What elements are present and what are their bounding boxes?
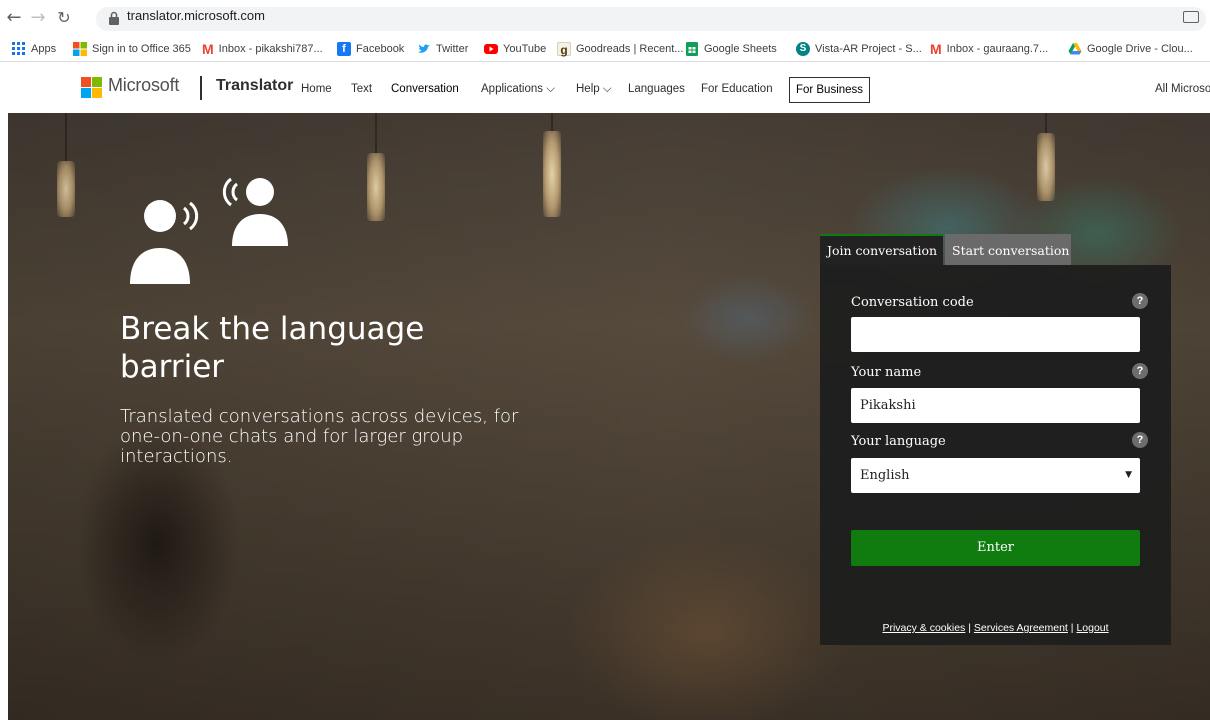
bookmark-label: Twitter [436,43,469,55]
bookmark-label: Apps [31,43,57,55]
gmail-icon: M [930,41,942,57]
bookmark-apps[interactable]: Apps [12,41,56,57]
your-name-input[interactable]: Pikakshi [851,388,1140,423]
bookmark-label: Facebook [356,43,405,55]
hero-title: Break the language barrier [120,311,425,385]
bookmark-label: Inbox - pikakshi787... [218,43,323,55]
footer-separator: | [1070,622,1074,634]
nav-text[interactable]: Text [351,83,372,95]
bookmark-label: YouTube [503,43,547,55]
forward-icon[interactable]: → [28,8,48,28]
microsoft-logo-icon[interactable] [81,77,102,98]
bookmark-twitter[interactable]: Twitter [417,41,468,57]
language-select[interactable]: English ▼ [851,458,1140,493]
product-name[interactable]: Translator [216,77,293,95]
browser-address-bar: ← → ↻ translator.microsoft.com [0,0,1210,36]
all-microsoft-menu[interactable]: All Microso [1155,83,1210,95]
bookmark-youtube[interactable]: YouTube [484,41,546,57]
bookmark-label: Goodreads | Recent... [576,43,684,55]
bookmark-facebook[interactable]: f Facebook [337,41,404,57]
bookmark-label: Google Sheets [704,43,777,55]
bookmark-office[interactable]: Sign in to Office 365 [73,41,191,57]
bookmark-label: Google Drive - Clou... [1087,43,1193,55]
cast-icon[interactable] [1183,11,1199,23]
apps-grid-icon [12,42,25,55]
language-select-value: English [860,468,910,483]
conversation-code-label: Conversation code [851,295,974,310]
nav-conversation[interactable]: Conversation [391,83,459,95]
bookmark-vista-ar[interactable]: S Vista-AR Project - S... [796,41,922,57]
site-header: Microsoft Translator Home Text Conversat… [0,63,1210,113]
help-icon[interactable]: ? [1132,293,1148,309]
panel-footer-links: Privacy & cookies | Services Agreement |… [820,622,1171,634]
drive-icon [1068,43,1082,55]
privacy-cookies-link[interactable]: Privacy & cookies [882,622,965,634]
bookmark-goodreads[interactable]: g Goodreads | Recent... [557,41,683,57]
lock-icon [109,11,119,25]
bookmark-label: Sign in to Office 365 [92,43,191,55]
bookmark-google-sheets[interactable]: Google Sheets [685,41,777,57]
nav-applications[interactable]: Applications ⌵ [481,83,555,96]
nav-languages[interactable]: Languages [628,83,685,95]
help-icon[interactable]: ? [1132,432,1148,448]
footer-separator: | [968,622,971,634]
bookmark-inbox-1[interactable]: M Inbox - pikakshi787... [202,41,323,57]
sharepoint-icon: S [796,42,810,56]
reload-icon[interactable]: ↻ [54,8,74,28]
logout-link[interactable]: Logout [1076,622,1108,634]
your-name-label: Your name [851,365,922,380]
nav-for-education[interactable]: For Education [701,83,773,95]
conversation-panel: Conversation code ? Your name ? Pikakshi… [820,265,1171,645]
services-agreement-link[interactable]: Services Agreement [974,622,1068,634]
bookmark-label: Inbox - gauraang.7... [946,43,1049,55]
hero-subtitle: Translated conversations across devices,… [120,406,519,467]
bookmark-label: Vista-AR Project - S... [815,43,922,55]
sheets-icon [686,42,698,56]
help-icon[interactable]: ? [1132,363,1148,379]
facebook-icon: f [337,42,351,56]
tab-join-conversation[interactable]: Join conversation [820,234,943,265]
bookmark-inbox-2[interactable]: M Inbox - gauraang.7... [930,41,1048,57]
url-text: translator.microsoft.com [127,8,265,23]
back-icon[interactable]: ← [4,8,24,28]
your-language-label: Your language [851,434,946,449]
dropdown-arrow-icon: ▼ [1125,470,1132,480]
goodreads-icon: g [557,42,571,57]
nav-help[interactable]: Help ⌵ [576,83,612,96]
gmail-icon: M [202,41,214,57]
conversation-code-input[interactable] [851,317,1140,352]
bookmarks-bar: Apps Sign in to Office 365 M Inbox - pik… [0,36,1210,62]
enter-button[interactable]: Enter [851,530,1140,566]
header-divider [200,76,202,100]
conversation-icon [130,177,288,284]
youtube-icon [484,44,498,54]
brand-name[interactable]: Microsoft [108,75,179,96]
for-business-button[interactable]: For Business [789,77,870,103]
twitter-icon [418,44,430,53]
office-icon [73,42,87,56]
nav-home[interactable]: Home [301,83,332,95]
tab-start-conversation[interactable]: Start conversation [945,234,1071,265]
bookmark-google-drive[interactable]: Google Drive - Clou... [1068,41,1193,57]
